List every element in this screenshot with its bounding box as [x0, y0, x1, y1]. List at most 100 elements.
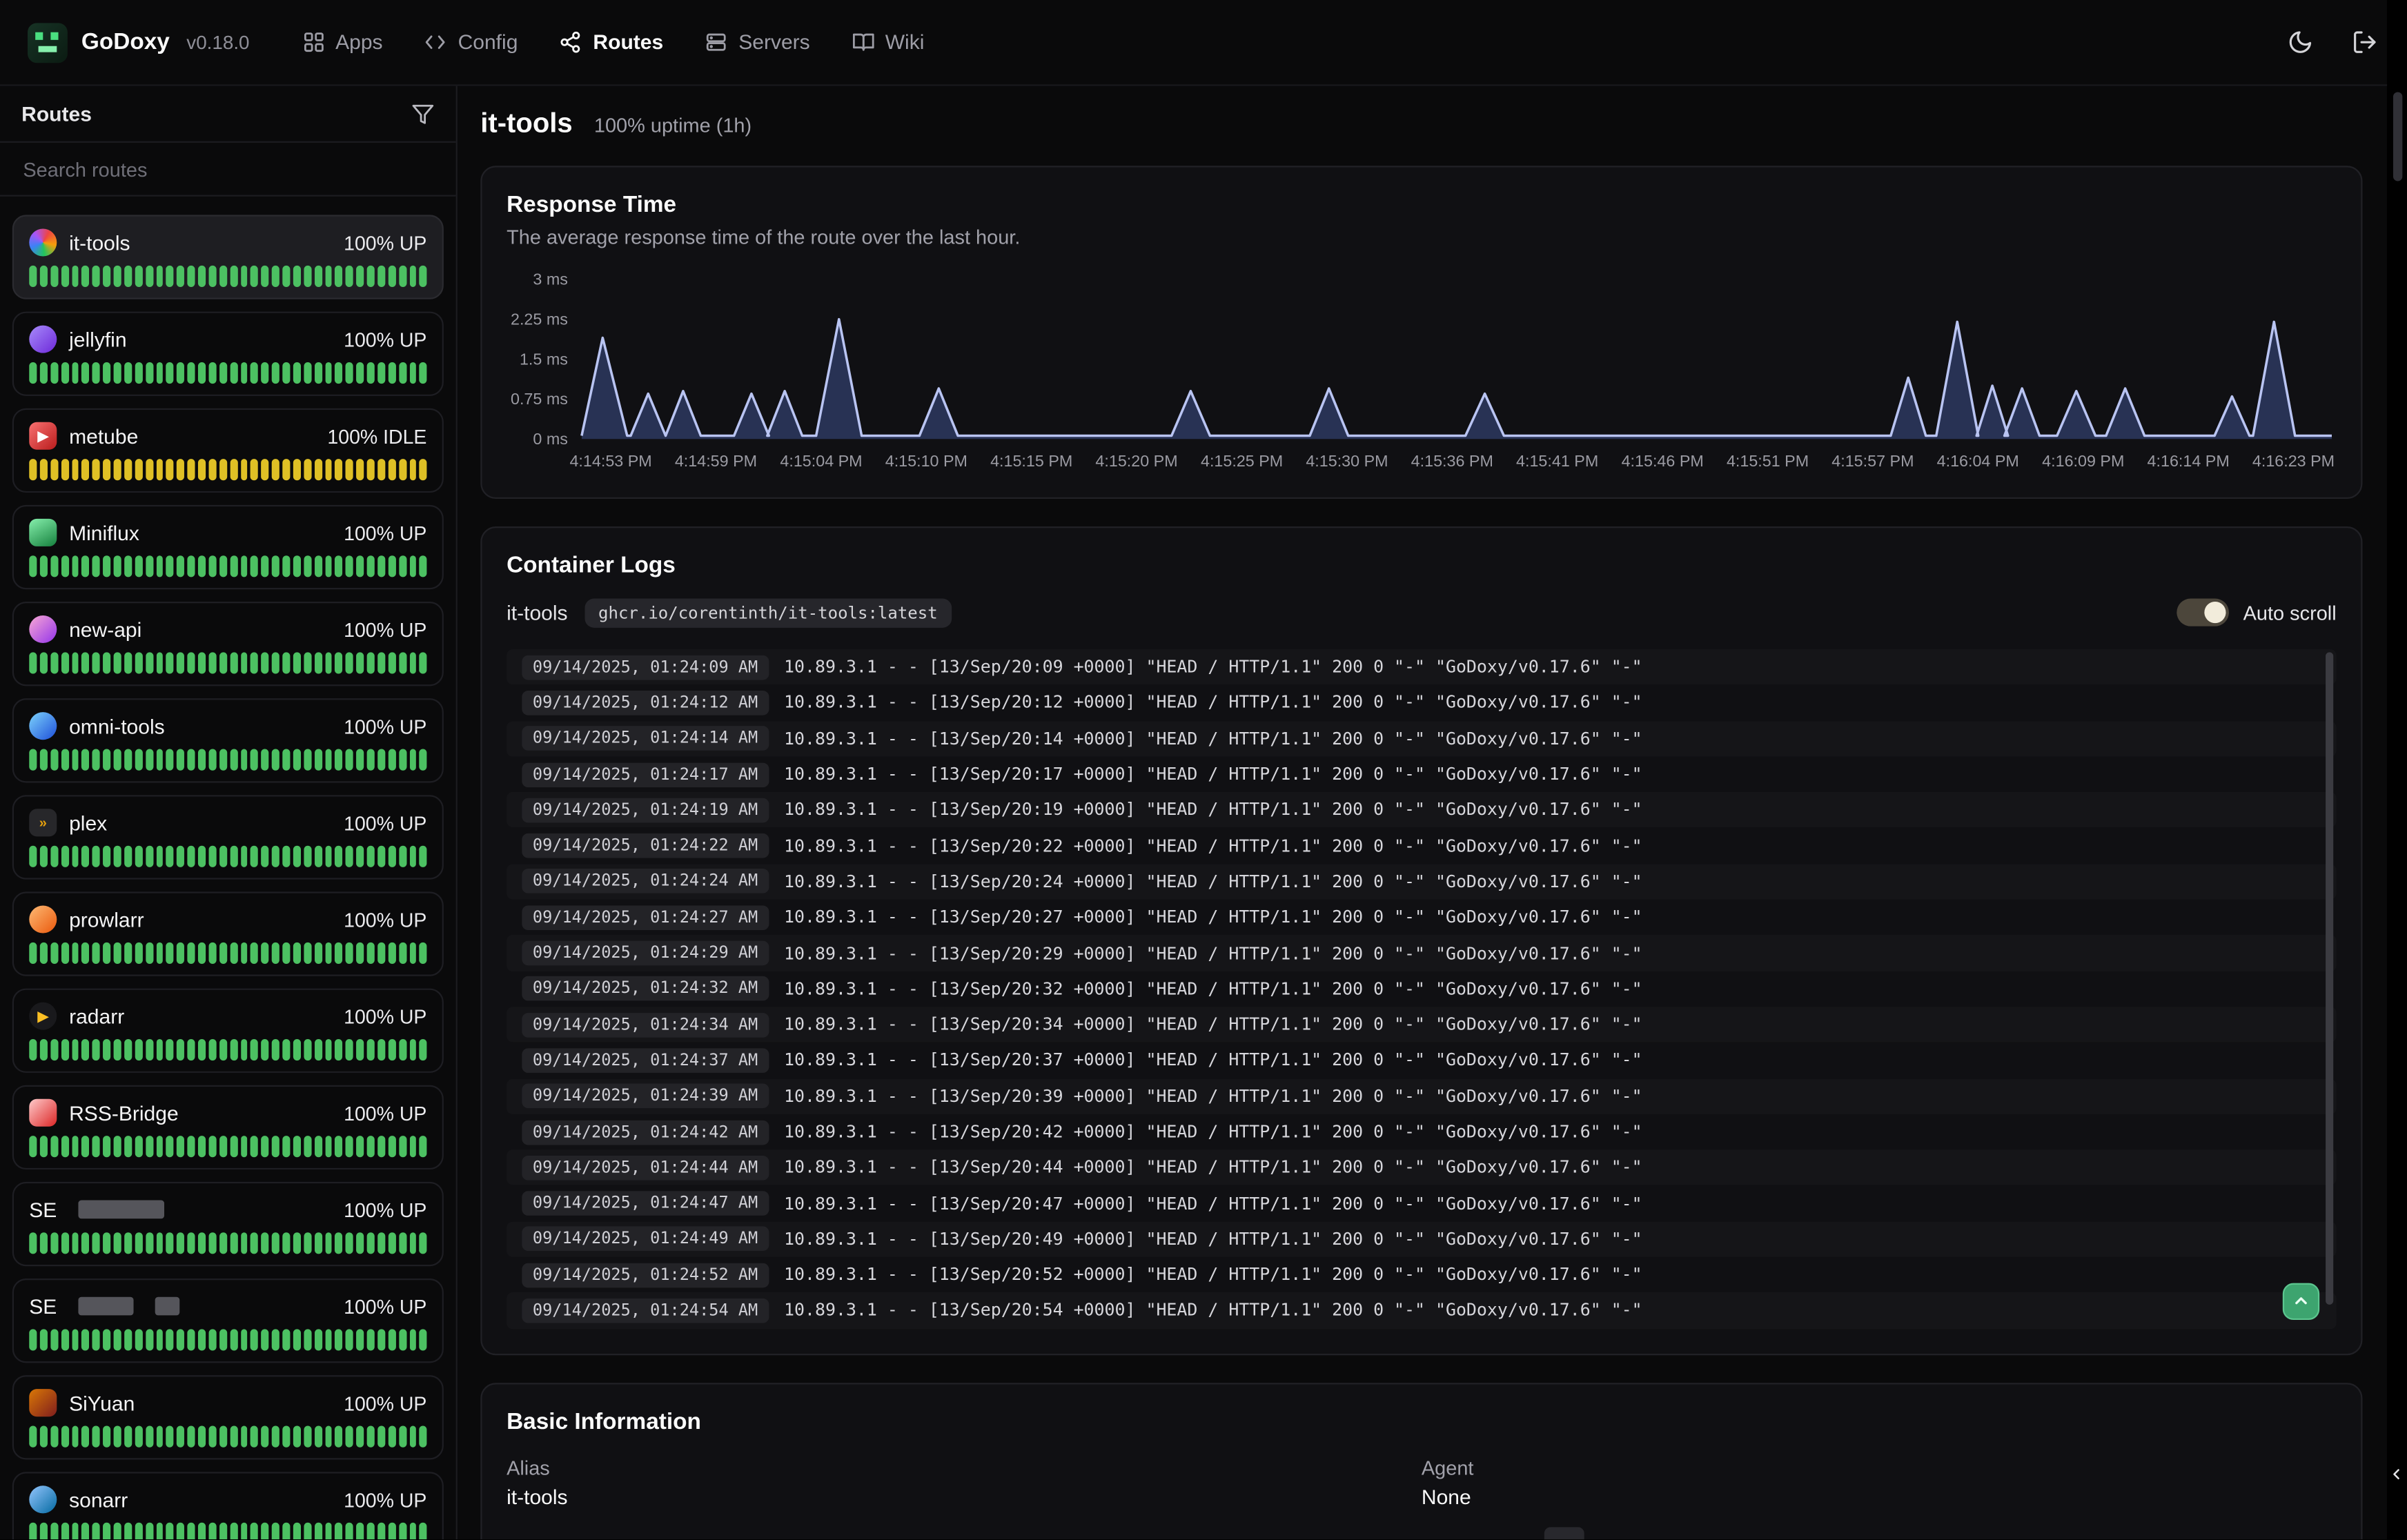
route-item-header: sonarr 100% UP: [29, 1485, 426, 1513]
log-message: 10.89.3.1 - - [13/Sep/20:47 +0000] "HEAD…: [784, 1194, 1642, 1214]
uptime-bar: [367, 459, 375, 480]
svg-text:4:16:09 PM: 4:16:09 PM: [2042, 452, 2124, 470]
route-app-icon: [29, 1099, 57, 1127]
route-status-badge: 100% UP: [344, 1101, 426, 1124]
uptime-bar: [29, 459, 37, 480]
route-app-icon: [29, 1485, 57, 1513]
log-scrollbar-thumb[interactable]: [2326, 652, 2333, 1304]
route-item-header: SE 100% UP: [29, 1196, 426, 1223]
log-row: 09/14/2025, 01:24:12 AM 10.89.3.1 - - [1…: [507, 685, 2337, 721]
nav-label: Apps: [335, 30, 382, 53]
page-scrollbar-thumb[interactable]: [2393, 92, 2402, 181]
uptime-bar: [346, 749, 353, 771]
uptime-bar: [262, 555, 269, 577]
nav-item-apps[interactable]: Apps: [302, 30, 382, 53]
uptime-bar: [304, 1523, 311, 1540]
log-timestamp-badge: 09/14/2025, 01:24:39 AM: [522, 1084, 768, 1109]
uptime-bar: [230, 1329, 237, 1350]
uptime-bar: [71, 942, 79, 964]
log-message: 10.89.3.1 - - [13/Sep/20:42 +0000] "HEAD…: [784, 1122, 1642, 1142]
uptime-bar: [293, 1232, 301, 1254]
uptime-bar: [420, 846, 427, 867]
uptime-bar: [262, 1039, 269, 1060]
route-list-item[interactable]: it-tools 100% UP: [12, 215, 444, 299]
uptime-bar: [82, 749, 90, 771]
svg-text:4:15:36 PM: 4:15:36 PM: [1411, 452, 1493, 470]
uptime-bar: [92, 1426, 100, 1448]
logout-button[interactable]: [2348, 27, 2379, 57]
uptime-bar: [124, 749, 132, 771]
uptime-bar: [71, 846, 79, 867]
uptime-bar: [71, 1426, 79, 1448]
route-app-icon: »: [29, 809, 57, 836]
nav-item-config[interactable]: Config: [424, 30, 518, 53]
uptime-bar: [346, 942, 353, 964]
route-list-item[interactable]: ▶ radarr 100% UP: [12, 989, 444, 1073]
log-message: 10.89.3.1 - - [13/Sep/20:14 +0000] "HEAD…: [784, 729, 1642, 749]
uptime-bar: [145, 652, 153, 673]
filter-icon[interactable]: [411, 103, 434, 126]
uptime-bar: [40, 846, 48, 867]
uptime-bar: [356, 362, 364, 384]
uptime-bar: [50, 555, 58, 577]
brand[interactable]: GoDoxy v0.18.0: [28, 22, 250, 62]
uptime-bar: [272, 555, 279, 577]
uptime-bar: [399, 942, 406, 964]
scroll-to-top-button[interactable]: [2283, 1283, 2319, 1319]
route-list-item[interactable]: RSS-Bridge 100% UP: [12, 1085, 444, 1169]
uptime-bar: [282, 1232, 290, 1254]
uptime-bar: [124, 652, 132, 673]
route-list-item[interactable]: prowlarr 100% UP: [12, 891, 444, 976]
route-list-item[interactable]: sonarr 100% UP: [12, 1472, 444, 1540]
route-list-item[interactable]: Miniflux 100% UP: [12, 505, 444, 589]
log-row: 09/14/2025, 01:24:44 AM 10.89.3.1 - - [1…: [507, 1149, 2337, 1185]
autoscroll-toggle[interactable]: [2177, 599, 2230, 626]
route-list-item[interactable]: new-api 100% UP: [12, 602, 444, 686]
log-message: 10.89.3.1 - - [13/Sep/20:52 +0000] "HEAD…: [784, 1265, 1642, 1285]
route-app-icon: ▶: [29, 1003, 57, 1030]
route-app-icon: [29, 228, 57, 256]
route-list-item[interactable]: SiYuan 100% UP: [12, 1375, 444, 1459]
svg-text:0.75 ms: 0.75 ms: [511, 390, 568, 408]
route-status-badge: 100% UP: [344, 328, 426, 351]
drawer-collapse-button[interactable]: [2387, 1455, 2407, 1492]
route-item-header: new-api 100% UP: [29, 615, 426, 643]
route-list-item[interactable]: jellyfin 100% UP: [12, 312, 444, 396]
nav-item-wiki[interactable]: Wiki: [852, 30, 925, 53]
uptime-bar: [230, 1136, 237, 1157]
route-status-badge: 100% UP: [344, 811, 426, 834]
uptime-bar: [124, 555, 132, 577]
route-list-item[interactable]: SE 100% UP: [12, 1279, 444, 1363]
route-list-item[interactable]: omni-tools 100% UP: [12, 698, 444, 782]
uptime-bar: [71, 1232, 79, 1254]
nav-item-servers[interactable]: Servers: [705, 30, 809, 53]
navbar-actions: [2284, 27, 2379, 57]
route-list-item[interactable]: ▶ metube 100% IDLE: [12, 408, 444, 493]
route-status-badge: 100% UP: [344, 1392, 426, 1414]
uptime-bar: [208, 1039, 216, 1060]
uptime-bar: [40, 555, 48, 577]
uptime-bar: [114, 1523, 121, 1540]
uptime-bar: [409, 652, 417, 673]
uptime-bar: [124, 1039, 132, 1060]
uptime-bar: [388, 1039, 395, 1060]
uptime-bar: [230, 266, 237, 287]
uptime-bar: [420, 459, 427, 480]
nav-item-routes[interactable]: Routes: [559, 30, 663, 53]
uptime-bar: [388, 1329, 395, 1350]
theme-toggle-button[interactable]: [2284, 27, 2315, 57]
uptime-bar: [240, 555, 248, 577]
uptime-bar: [208, 459, 216, 480]
log-message: 10.89.3.1 - - [13/Sep/20:32 +0000] "HEAD…: [784, 979, 1642, 999]
main-nav: Apps Config Routes Servers Wiki: [302, 30, 924, 53]
route-list-item[interactable]: SE 100% UP: [12, 1182, 444, 1266]
uptime-bar: [282, 362, 290, 384]
route-list-item[interactable]: » plex 100% UP: [12, 795, 444, 879]
uptime-bar: [293, 555, 301, 577]
uptime-bar: [230, 1426, 237, 1448]
uptime-bar: [145, 1136, 153, 1157]
uptime-bar: [304, 362, 311, 384]
uptime-bar: [304, 266, 311, 287]
uptime-bar: [114, 1426, 121, 1448]
search-input[interactable]: [20, 156, 436, 182]
